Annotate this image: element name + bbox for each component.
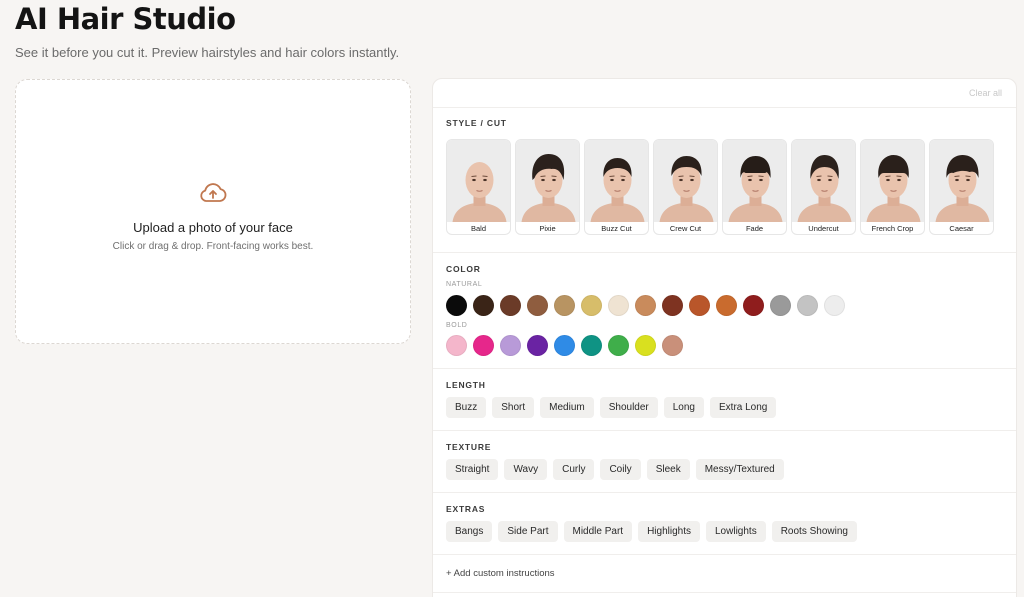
- natural-colors-label: NATURAL: [446, 281, 483, 288]
- app-title: AI Hair Studio: [15, 2, 236, 36]
- style-label-caesar: Caesar: [949, 224, 974, 233]
- style-thumbnail-buzz-cut: [585, 140, 648, 222]
- length-option-medium[interactable]: Medium: [540, 397, 594, 418]
- style-carousel[interactable]: Bald Pixie Buzz Cut Crew Cut Fade Undercut Fre…: [446, 139, 1006, 237]
- natural-color-swatch-15[interactable]: [824, 295, 845, 316]
- upload-title: Upload a photo of your face: [133, 220, 293, 235]
- bold-color-swatch-1[interactable]: [446, 335, 467, 356]
- style-thumbnail-fade: [723, 140, 786, 222]
- color-section-title: COLOR: [446, 264, 481, 274]
- natural-color-swatch-2[interactable]: [473, 295, 494, 316]
- style-option-buzz-cut[interactable]: Buzz Cut: [584, 139, 649, 235]
- style-option-caesar[interactable]: Caesar: [929, 139, 994, 235]
- length-option-shoulder[interactable]: Shoulder: [599, 397, 658, 418]
- bold-color-swatches: [446, 335, 683, 356]
- style-label-crew-cut: Crew Cut: [669, 224, 702, 233]
- natural-color-swatch-9[interactable]: [662, 295, 683, 316]
- style-label-bald: Bald: [470, 224, 486, 233]
- extras-option-side-part[interactable]: Side Part: [498, 521, 558, 542]
- style-thumbnail-caesar: [930, 140, 993, 222]
- length-option-short[interactable]: Short: [492, 397, 535, 418]
- bold-color-swatch-8[interactable]: [635, 335, 656, 356]
- natural-color-swatch-11[interactable]: [716, 295, 737, 316]
- style-label-buzz-cut: Buzz Cut: [601, 224, 632, 233]
- bold-color-swatch-7[interactable]: [608, 335, 629, 356]
- length-section-title: LENGTH: [446, 380, 486, 390]
- style-thumbnail-crew-cut: [654, 140, 717, 222]
- extras-option-middle-part[interactable]: Middle Part: [563, 521, 633, 542]
- style-section-title: STYLE / CUT: [446, 118, 507, 128]
- natural-color-swatch-7[interactable]: [608, 295, 629, 316]
- natural-color-swatch-6[interactable]: [581, 295, 602, 316]
- natural-color-swatch-5[interactable]: [554, 295, 575, 316]
- style-label-undercut: Undercut: [808, 224, 839, 233]
- style-label-french-crop: French Crop: [871, 224, 914, 233]
- bold-color-swatch-9[interactable]: [662, 335, 683, 356]
- texture-option-sleek[interactable]: Sleek: [646, 459, 690, 480]
- length-option-buzz[interactable]: Buzz: [446, 397, 487, 418]
- natural-color-swatch-10[interactable]: [689, 295, 710, 316]
- bold-color-swatch-3[interactable]: [500, 335, 521, 356]
- bold-color-swatch-4[interactable]: [527, 335, 548, 356]
- texture-options: Straight Wavy Curly Coily Sleek Messy/Texture…: [446, 459, 784, 480]
- natural-color-swatch-12[interactable]: [743, 295, 764, 316]
- extras-option-bangs[interactable]: Bangs: [446, 521, 493, 542]
- style-thumbnail-bald: [447, 140, 510, 222]
- natural-color-swatch-14[interactable]: [797, 295, 818, 316]
- upload-hint: Click or drag & drop. Front-facing works…: [112, 241, 314, 252]
- bold-colors-label: BOLD: [446, 322, 468, 329]
- extras-option-roots-showing[interactable]: Roots Showing: [771, 521, 857, 542]
- bold-color-swatch-6[interactable]: [581, 335, 602, 356]
- cloud-upload-icon: [200, 183, 227, 202]
- natural-color-swatch-4[interactable]: [527, 295, 548, 316]
- style-thumbnail-undercut: [792, 140, 855, 222]
- style-option-fade[interactable]: Fade: [722, 139, 787, 235]
- style-thumbnail-french-crop: [861, 140, 924, 222]
- extras-option-lowlights[interactable]: Lowlights: [706, 521, 766, 542]
- clear-all-button[interactable]: Clear all: [969, 88, 1002, 98]
- extras-section-title: EXTRAS: [446, 504, 486, 514]
- bold-color-swatch-2[interactable]: [473, 335, 494, 356]
- length-option-extra-long[interactable]: Extra Long: [710, 397, 777, 418]
- texture-option-coily[interactable]: Coily: [600, 459, 641, 480]
- natural-color-swatches: [446, 295, 845, 316]
- add-custom-instructions-link[interactable]: + Add custom instructions: [446, 568, 555, 579]
- natural-color-swatch-8[interactable]: [635, 295, 656, 316]
- natural-color-swatch-1[interactable]: [446, 295, 467, 316]
- style-thumbnail-pixie: [516, 140, 579, 222]
- style-option-crew-cut[interactable]: Crew Cut: [653, 139, 718, 235]
- style-option-bald[interactable]: Bald: [446, 139, 511, 235]
- style-option-undercut[interactable]: Undercut: [791, 139, 856, 235]
- texture-option-wavy[interactable]: Wavy: [504, 459, 548, 480]
- texture-option-curly[interactable]: Curly: [553, 459, 595, 480]
- texture-option-messy-textured[interactable]: Messy/Textured: [695, 459, 784, 480]
- style-option-pixie[interactable]: Pixie: [515, 139, 580, 235]
- options-panel: Clear all STYLE / CUT Bald Pixie Buzz Cut C…: [432, 78, 1017, 597]
- bold-color-swatch-5[interactable]: [554, 335, 575, 356]
- style-label-pixie: Pixie: [539, 224, 556, 233]
- extras-options: Bangs Side Part Middle Part Highlights Lowli…: [446, 521, 857, 542]
- photo-upload-dropzone[interactable]: Upload a photo of your face Click or dra…: [15, 79, 411, 344]
- natural-color-swatch-13[interactable]: [770, 295, 791, 316]
- extras-option-highlights[interactable]: Highlights: [638, 521, 700, 542]
- length-options: Buzz Short Medium Shoulder Long Extra Long: [446, 397, 777, 418]
- app-subtitle: See it before you cut it. Preview hairst…: [15, 45, 400, 60]
- natural-color-swatch-3[interactable]: [500, 295, 521, 316]
- texture-section-title: TEXTURE: [446, 442, 492, 452]
- length-option-long[interactable]: Long: [663, 397, 704, 418]
- texture-option-straight[interactable]: Straight: [446, 459, 499, 480]
- panel-footer-divider: [433, 592, 1016, 597]
- style-label-fade: Fade: [745, 224, 764, 233]
- style-option-french-crop[interactable]: French Crop: [860, 139, 925, 235]
